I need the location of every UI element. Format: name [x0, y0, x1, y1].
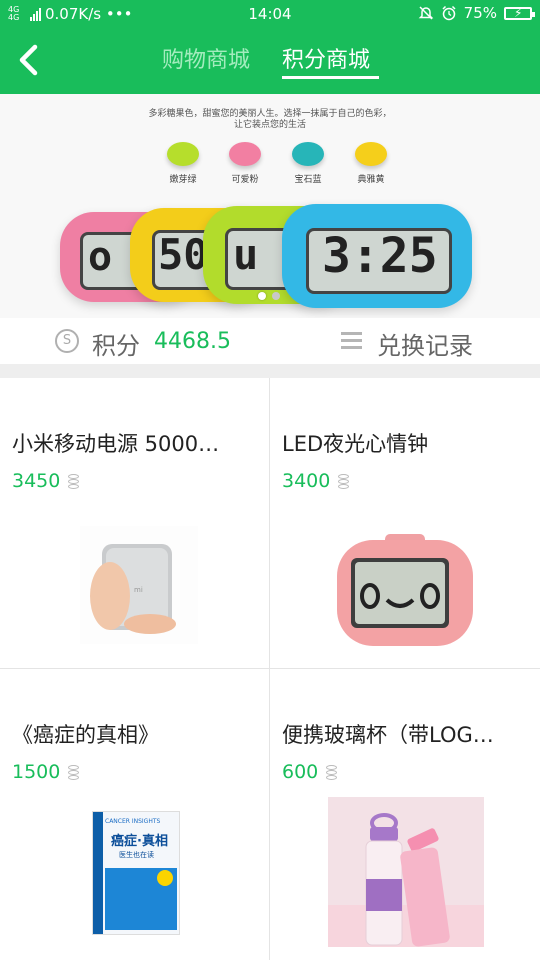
book-title-cn: 癌症·真相	[111, 834, 168, 849]
clock-digits-green: u	[233, 230, 259, 279]
power-bank-image: mi	[80, 526, 198, 644]
coin-stack-icon	[326, 765, 337, 780]
coin-stack-icon	[68, 474, 79, 489]
swatch-label-yellow: 典雅黄	[357, 175, 385, 185]
tab-shopping-mall[interactable]: 购物商城	[162, 42, 250, 74]
pink-clock-image	[325, 528, 485, 658]
product-price: 1500	[12, 761, 61, 783]
battery-percent: 75%	[463, 4, 497, 22]
product-price: 3400	[282, 470, 331, 492]
status-bar: 4G 4G 0.07K/s ••• 14:04 75% ⚡	[0, 0, 540, 28]
carousel-indicator	[258, 292, 280, 300]
active-tab-indicator	[282, 76, 379, 79]
book-title-en: CANCER INSIGHTS	[105, 818, 161, 825]
swatch-label-blue: 宝石蓝	[294, 175, 322, 185]
product-card[interactable]: 小米移动电源 5000… 3450 mi	[0, 378, 269, 668]
book-image: CANCER INSIGHTS 癌症·真相 医生也在读	[70, 809, 198, 937]
color-swatch-pink	[229, 142, 261, 166]
banner-clock-blue: 3:25	[282, 204, 472, 308]
section-divider	[0, 364, 540, 378]
swatch-label-pink: 可爱粉	[231, 175, 259, 185]
app-header: 购物商城 积分商城	[0, 28, 540, 94]
product-name: 《癌症的真相》	[12, 723, 159, 747]
grid-divider-horizontal	[0, 668, 540, 669]
exchange-history-link[interactable]: 兑换记录	[377, 326, 473, 361]
color-swatch-yellow	[355, 142, 387, 166]
points-bar: S 积分 4468.5 兑换记录	[0, 318, 540, 364]
swatch-label-green: 嫩芽绿	[169, 175, 197, 185]
color-swatch-blue	[292, 142, 324, 166]
grid-divider-vertical	[269, 378, 270, 960]
status-right: 75% ⚡	[418, 4, 535, 22]
carousel-dot[interactable]	[272, 292, 280, 300]
banner-caption-line2: 让它装点您的生活	[233, 120, 306, 130]
promo-banner[interactable]: 多彩糖果色，甜蜜您的美丽人生。选择一抹属于自己的色彩， 让它装点您的生活 嫩芽绿…	[0, 94, 540, 318]
color-swatch-green	[167, 142, 199, 166]
battery-icon: ⚡	[504, 6, 535, 20]
points-value: 4468.5	[154, 329, 231, 354]
product-card[interactable]: 《癌症的真相》 1500 CANCER INSIGHTS 癌症·真相 医生也在读	[0, 669, 269, 959]
tab-points-mall[interactable]: 积分商城	[282, 42, 370, 74]
clock-digits-blue: 3:25	[322, 228, 438, 284]
product-name: 小米移动电源 5000…	[12, 432, 220, 456]
svg-text:mi: mi	[134, 586, 143, 594]
list-icon[interactable]	[341, 332, 362, 349]
product-price: 3450	[12, 470, 61, 492]
coin-stack-icon	[338, 474, 349, 489]
product-name: 便携玻璃杯（带LOG…	[282, 723, 494, 747]
bell-muted-icon	[418, 6, 433, 20]
clock-digits-yellow: 50	[158, 230, 209, 279]
clock-digits-pink: o	[88, 234, 113, 280]
product-price: 600	[282, 761, 319, 783]
carousel-dot-active[interactable]	[258, 292, 266, 300]
back-arrow-icon[interactable]	[14, 42, 44, 78]
product-card[interactable]: 便携玻璃杯（带LOG… 600	[270, 669, 539, 959]
glass-bottle-image	[328, 797, 484, 947]
points-label: 积分	[92, 332, 140, 360]
product-card[interactable]: LED夜光心情钟 3400	[270, 378, 539, 668]
alarm-icon	[442, 5, 456, 21]
book-subtitle: 医生也在读	[119, 851, 154, 859]
coin-stack-icon	[68, 765, 79, 780]
product-name: LED夜光心情钟	[282, 432, 429, 456]
points-coin-icon: S	[55, 329, 79, 353]
